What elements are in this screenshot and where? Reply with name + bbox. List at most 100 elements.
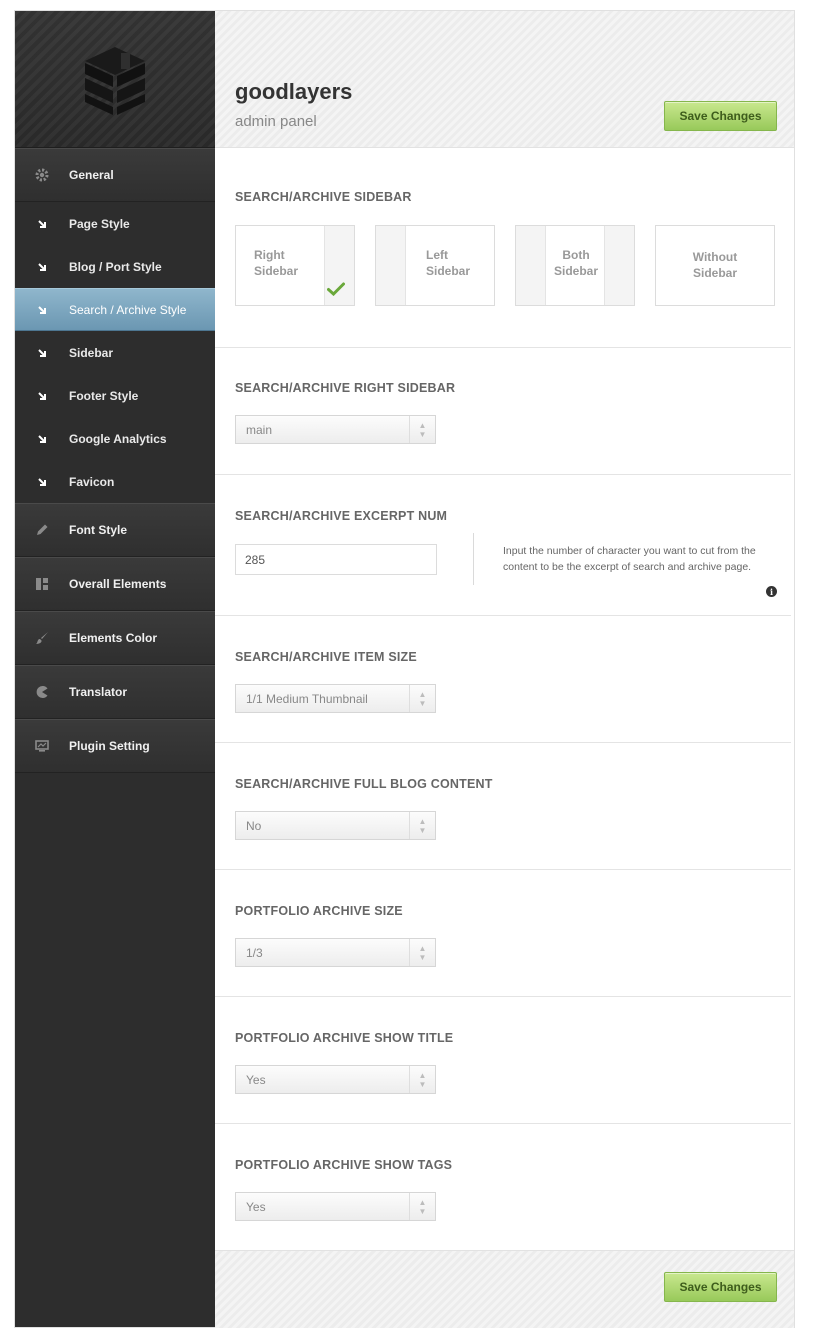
section-title: SEARCH/ARCHIVE FULL BLOG CONTENT [235, 777, 493, 791]
menu-label: Overall Elements [69, 577, 167, 591]
submenu-label: Search / Archive Style [69, 302, 187, 317]
select-value: main [246, 422, 273, 437]
layout-option-both-sidebar[interactable]: Both Sidebar [515, 225, 635, 306]
layout-option-left-sidebar[interactable]: Left Sidebar [375, 225, 495, 306]
arrow-down-right-icon [15, 219, 69, 229]
brand-subtitle: admin panel [235, 113, 317, 130]
menu-general-label: General [69, 168, 114, 182]
full-blog-content-select[interactable]: No ▲ ▼ [235, 811, 436, 840]
menu-elements-color[interactable]: Elements Color [15, 611, 215, 665]
menu-general[interactable]: General [15, 148, 215, 202]
section-portfolio-show-title: PORTFOLIO ARCHIVE SHOW TITLE Yes ▲ ▼ [215, 997, 791, 1124]
submenu-label: Page Style [69, 216, 130, 231]
select-arrows-icon: ▲ ▼ [409, 1193, 435, 1220]
admin-panel: General Page Style Blog / Port Style Sea… [14, 10, 795, 1328]
general-submenu: Page Style Blog / Port Style Search / Ar… [15, 202, 215, 503]
sidebar-strip [516, 226, 546, 305]
sidebar-strip [604, 226, 634, 305]
submenu-label: Sidebar [69, 345, 114, 360]
submenu-page-style[interactable]: Page Style [15, 202, 215, 245]
layout-label: Both Sidebar [553, 247, 599, 279]
layout-label-line2: Sidebar [553, 264, 598, 278]
select-value: 1/1 Medium Thumbnail [246, 691, 368, 706]
portfolio-show-title-select[interactable]: Yes ▲ ▼ [235, 1065, 436, 1094]
section-title: SEARCH/ARCHIVE ITEM SIZE [235, 650, 417, 664]
section-excerpt-num: SEARCH/ARCHIVE EXCERPT NUM 285 Input the… [215, 475, 791, 616]
submenu-blog-port-style[interactable]: Blog / Port Style [15, 245, 215, 288]
section-title: PORTFOLIO ARCHIVE SHOW TITLE [235, 1031, 454, 1045]
main-content: goodlayers admin panel Save Changes SEAR… [215, 11, 794, 1328]
logo-area [15, 11, 215, 148]
submenu-label: Blog / Port Style [69, 259, 162, 274]
submenu-google-analytics[interactable]: Google Analytics [15, 417, 215, 460]
select-arrows-icon: ▲ ▼ [409, 685, 435, 712]
footer: Save Changes [215, 1250, 794, 1328]
brand-name: goodlayers [235, 79, 353, 104]
section-title: PORTFOLIO ARCHIVE SIZE [235, 904, 403, 918]
excerpt-description: Input the number of character you want t… [503, 545, 756, 573]
arrow-down-right-icon [15, 262, 69, 272]
menu-label: Translator [69, 685, 128, 699]
layout-label-line1: Right [254, 248, 285, 262]
save-changes-button-bottom[interactable]: Save Changes [664, 1272, 777, 1302]
section-sidebar-layout: SEARCH/ARCHIVE SIDEBAR Right Sidebar Lef… [215, 148, 791, 348]
menu-plugin-setting[interactable]: Plugin Setting [15, 719, 215, 773]
arrow-down-right-icon [15, 391, 69, 401]
layout-label-line2: Sidebar [426, 264, 471, 278]
info-icon[interactable]: i [766, 586, 777, 597]
select-arrows-icon: ▲ ▼ [409, 1066, 435, 1093]
arrow-down-right-icon [15, 434, 69, 444]
section-title: SEARCH/ARCHIVE RIGHT SIDEBAR [235, 381, 456, 395]
section-portfolio-size: PORTFOLIO ARCHIVE SIZE 1/3 ▲ ▼ [215, 870, 791, 997]
submenu-favicon[interactable]: Favicon [15, 460, 215, 503]
sidebar-strip [376, 226, 406, 305]
section-full-blog-content: SEARCH/ARCHIVE FULL BLOG CONTENT No ▲ ▼ [215, 743, 791, 870]
layout-label-line1: Without [692, 250, 738, 264]
layout-label-line1: Both [562, 248, 590, 262]
arrow-down-right-icon [15, 348, 69, 358]
submenu-label: Google Analytics [69, 431, 167, 446]
portfolio-size-select[interactable]: 1/3 ▲ ▼ [235, 938, 436, 967]
select-value: No [246, 818, 262, 833]
layout-label: Right Sidebar [254, 247, 298, 279]
monitor-icon [15, 738, 69, 754]
submenu-search-archive-style[interactable]: Search / Archive Style [15, 288, 215, 331]
select-arrows-icon: ▲ ▼ [409, 416, 435, 443]
goodlayers-logo-icon[interactable] [77, 41, 153, 117]
layout-label: Left Sidebar [426, 247, 470, 279]
submenu-footer-style[interactable]: Footer Style [15, 374, 215, 417]
select-arrows-icon: ▲ ▼ [409, 812, 435, 839]
item-size-select[interactable]: 1/1 Medium Thumbnail ▲ ▼ [235, 684, 436, 713]
menu-font-style[interactable]: Font Style [15, 503, 215, 557]
layout-option-right-sidebar[interactable]: Right Sidebar [235, 225, 355, 306]
sidebar: General Page Style Blog / Port Style Sea… [15, 11, 215, 1327]
section-title: SEARCH/ARCHIVE SIDEBAR [235, 190, 412, 204]
gear-icon [15, 167, 69, 183]
menu-translator[interactable]: Translator [15, 665, 215, 719]
layout-label-line1: Left [426, 248, 448, 262]
section-item-size: SEARCH/ARCHIVE ITEM SIZE 1/1 Medium Thum… [215, 616, 791, 743]
portfolio-show-tags-select[interactable]: Yes ▲ ▼ [235, 1192, 436, 1221]
brush-icon [15, 630, 69, 646]
menu-label: Elements Color [69, 631, 158, 645]
right-sidebar-select[interactable]: main ▲ ▼ [235, 415, 436, 444]
arrow-down-right-icon [15, 305, 69, 315]
submenu-sidebar[interactable]: Sidebar [15, 331, 215, 374]
excerpt-num-input[interactable]: 285 [235, 544, 437, 575]
pacman-icon [15, 684, 69, 700]
arrow-down-right-icon [15, 477, 69, 487]
menu-label: Font Style [69, 523, 128, 537]
submenu-label: Footer Style [69, 388, 139, 403]
description-divider [473, 533, 474, 585]
menu-overall-elements[interactable]: Overall Elements [15, 557, 215, 611]
layout-grid-icon [15, 576, 69, 592]
select-value: Yes [246, 1199, 266, 1214]
save-changes-button[interactable]: Save Changes [664, 101, 777, 131]
section-title: PORTFOLIO ARCHIVE SHOW TAGS [235, 1158, 453, 1172]
submenu-label: Favicon [69, 474, 115, 489]
layout-label-line2: Sidebar [254, 264, 299, 278]
layout-option-without-sidebar[interactable]: Without Sidebar [655, 225, 775, 306]
layout-label-line2: Sidebar [692, 266, 737, 280]
menu-label: Plugin Setting [69, 739, 150, 753]
section-title: SEARCH/ARCHIVE EXCERPT NUM [235, 509, 448, 523]
